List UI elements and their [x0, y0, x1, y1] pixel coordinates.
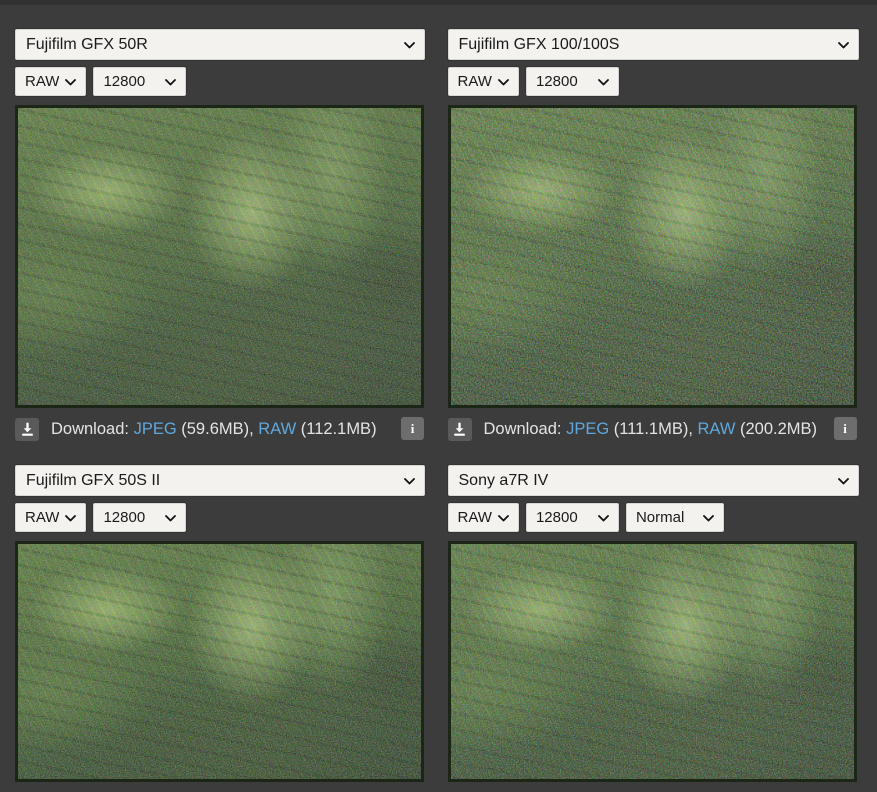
- chevron-down-icon: [598, 514, 609, 522]
- sample-image-4[interactable]: [447, 541, 857, 782]
- raw-download-link[interactable]: RAW: [258, 420, 296, 438]
- sensor-noise-layer: [450, 108, 854, 405]
- chevron-down-icon: [838, 477, 849, 485]
- download-prefix: Download:: [51, 419, 134, 438]
- camera-select-2[interactable]: Fujifilm GFX 100/100S: [447, 29, 859, 60]
- comparison-panel-1: Fujifilm GFX 50R RAW 12800 Download: JPE…: [0, 29, 439, 441]
- download-line-1: Download: JPEG (59.6MB), RAW (112.1MB) i: [15, 417, 424, 441]
- download-text-1: Download: JPEG (59.6MB), RAW (112.1MB): [51, 418, 379, 441]
- camera-select-2-value: Fujifilm GFX 100/100S: [458, 36, 620, 53]
- download-line-2: Download: JPEG (111.1MB), RAW (200.2MB) …: [447, 417, 857, 441]
- comparison-tool-viewport: Fujifilm GFX 50R RAW 12800 Download: JPE…: [0, 0, 877, 792]
- sample-image-4-content: [450, 544, 854, 779]
- sensor-noise-layer: [18, 108, 421, 405]
- chevron-down-icon: [65, 514, 77, 522]
- sample-image-1[interactable]: [15, 105, 424, 408]
- comparison-grid: Fujifilm GFX 50R RAW 12800 Download: JPE…: [0, 5, 877, 782]
- sensor-noise-layer: [450, 544, 854, 779]
- format-select-2[interactable]: RAW: [447, 67, 519, 96]
- camera-select-4[interactable]: Sony a7R IV: [447, 465, 859, 496]
- options-row-4: RAW 12800 Normal: [447, 503, 860, 532]
- chevron-down-icon: [165, 514, 177, 522]
- format-select-1[interactable]: RAW: [15, 67, 87, 96]
- format-select-2-value: RAW: [457, 74, 492, 89]
- comparison-panel-2: Fujifilm GFX 100/100S RAW 12800 Download…: [439, 29, 877, 441]
- format-select-4[interactable]: RAW: [447, 503, 519, 532]
- options-row-1: RAW 12800: [15, 67, 425, 96]
- camera-select-4-value: Sony a7R IV: [458, 472, 549, 489]
- sample-image-1-content: [18, 108, 421, 405]
- info-icon[interactable]: i: [401, 417, 424, 440]
- iso-select-1-value: 12800: [103, 74, 146, 89]
- sample-image-3[interactable]: [15, 541, 424, 782]
- iso-select-1[interactable]: 12800: [93, 67, 187, 96]
- raw-size: (200.2MB): [735, 419, 818, 438]
- noise-reduction-select-4[interactable]: Normal: [625, 503, 724, 532]
- camera-select-3[interactable]: Fujifilm GFX 50S II: [15, 465, 425, 496]
- chevron-down-icon: [838, 41, 849, 49]
- sensor-noise-layer: [18, 544, 421, 779]
- chevron-down-icon: [165, 78, 177, 86]
- options-row-3: RAW 12800: [15, 503, 425, 532]
- iso-select-2-value: 12800: [535, 74, 578, 89]
- comparison-row-2: Fujifilm GFX 50S II RAW 12800 Sony a7R I…: [0, 465, 877, 782]
- chevron-down-icon: [403, 477, 415, 485]
- raw-download-link[interactable]: RAW: [698, 420, 736, 438]
- camera-select-1-value: Fujifilm GFX 50R: [26, 36, 148, 53]
- sample-image-3-content: [18, 544, 421, 779]
- format-select-4-value: RAW: [457, 510, 492, 525]
- chevron-down-icon: [598, 78, 609, 86]
- download-text-2: Download: JPEG (111.1MB), RAW (200.2MB): [484, 418, 820, 441]
- chevron-down-icon: [498, 78, 509, 86]
- sample-image-2-content: [450, 108, 854, 405]
- format-select-3[interactable]: RAW: [15, 503, 87, 532]
- iso-select-2[interactable]: 12800: [525, 67, 619, 96]
- raw-size: (112.1MB): [296, 419, 377, 438]
- chevron-down-icon: [403, 41, 415, 49]
- iso-select-3[interactable]: 12800: [93, 503, 187, 532]
- download-prefix: Download:: [483, 419, 567, 438]
- chevron-down-icon: [65, 78, 77, 86]
- chevron-down-icon: [703, 514, 714, 522]
- jpeg-size: (59.6MB),: [176, 419, 259, 438]
- iso-select-3-value: 12800: [103, 510, 146, 525]
- sample-image-2[interactable]: [447, 105, 857, 408]
- options-row-2: RAW 12800: [447, 67, 860, 96]
- info-icon[interactable]: i: [833, 417, 857, 440]
- download-icon[interactable]: [15, 417, 39, 441]
- jpeg-download-link[interactable]: JPEG: [134, 420, 177, 438]
- noise-reduction-select-4-value: Normal: [635, 510, 685, 525]
- jpeg-download-link[interactable]: JPEG: [566, 420, 609, 438]
- comparison-row-1: Fujifilm GFX 50R RAW 12800 Download: JPE…: [0, 29, 877, 441]
- comparison-panel-4: Sony a7R IV RAW 12800 Normal: [439, 465, 877, 782]
- iso-select-4-value: 12800: [535, 510, 578, 525]
- camera-select-1[interactable]: Fujifilm GFX 50R: [15, 29, 425, 60]
- format-select-3-value: RAW: [25, 510, 60, 525]
- comparison-panel-3: Fujifilm GFX 50S II RAW 12800: [0, 465, 439, 782]
- download-icon[interactable]: [447, 417, 472, 441]
- format-select-1-value: RAW: [25, 74, 60, 89]
- chevron-down-icon: [498, 514, 509, 522]
- camera-select-3-value: Fujifilm GFX 50S II: [26, 472, 161, 489]
- iso-select-4[interactable]: 12800: [525, 503, 619, 532]
- jpeg-size: (111.1MB),: [609, 419, 698, 438]
